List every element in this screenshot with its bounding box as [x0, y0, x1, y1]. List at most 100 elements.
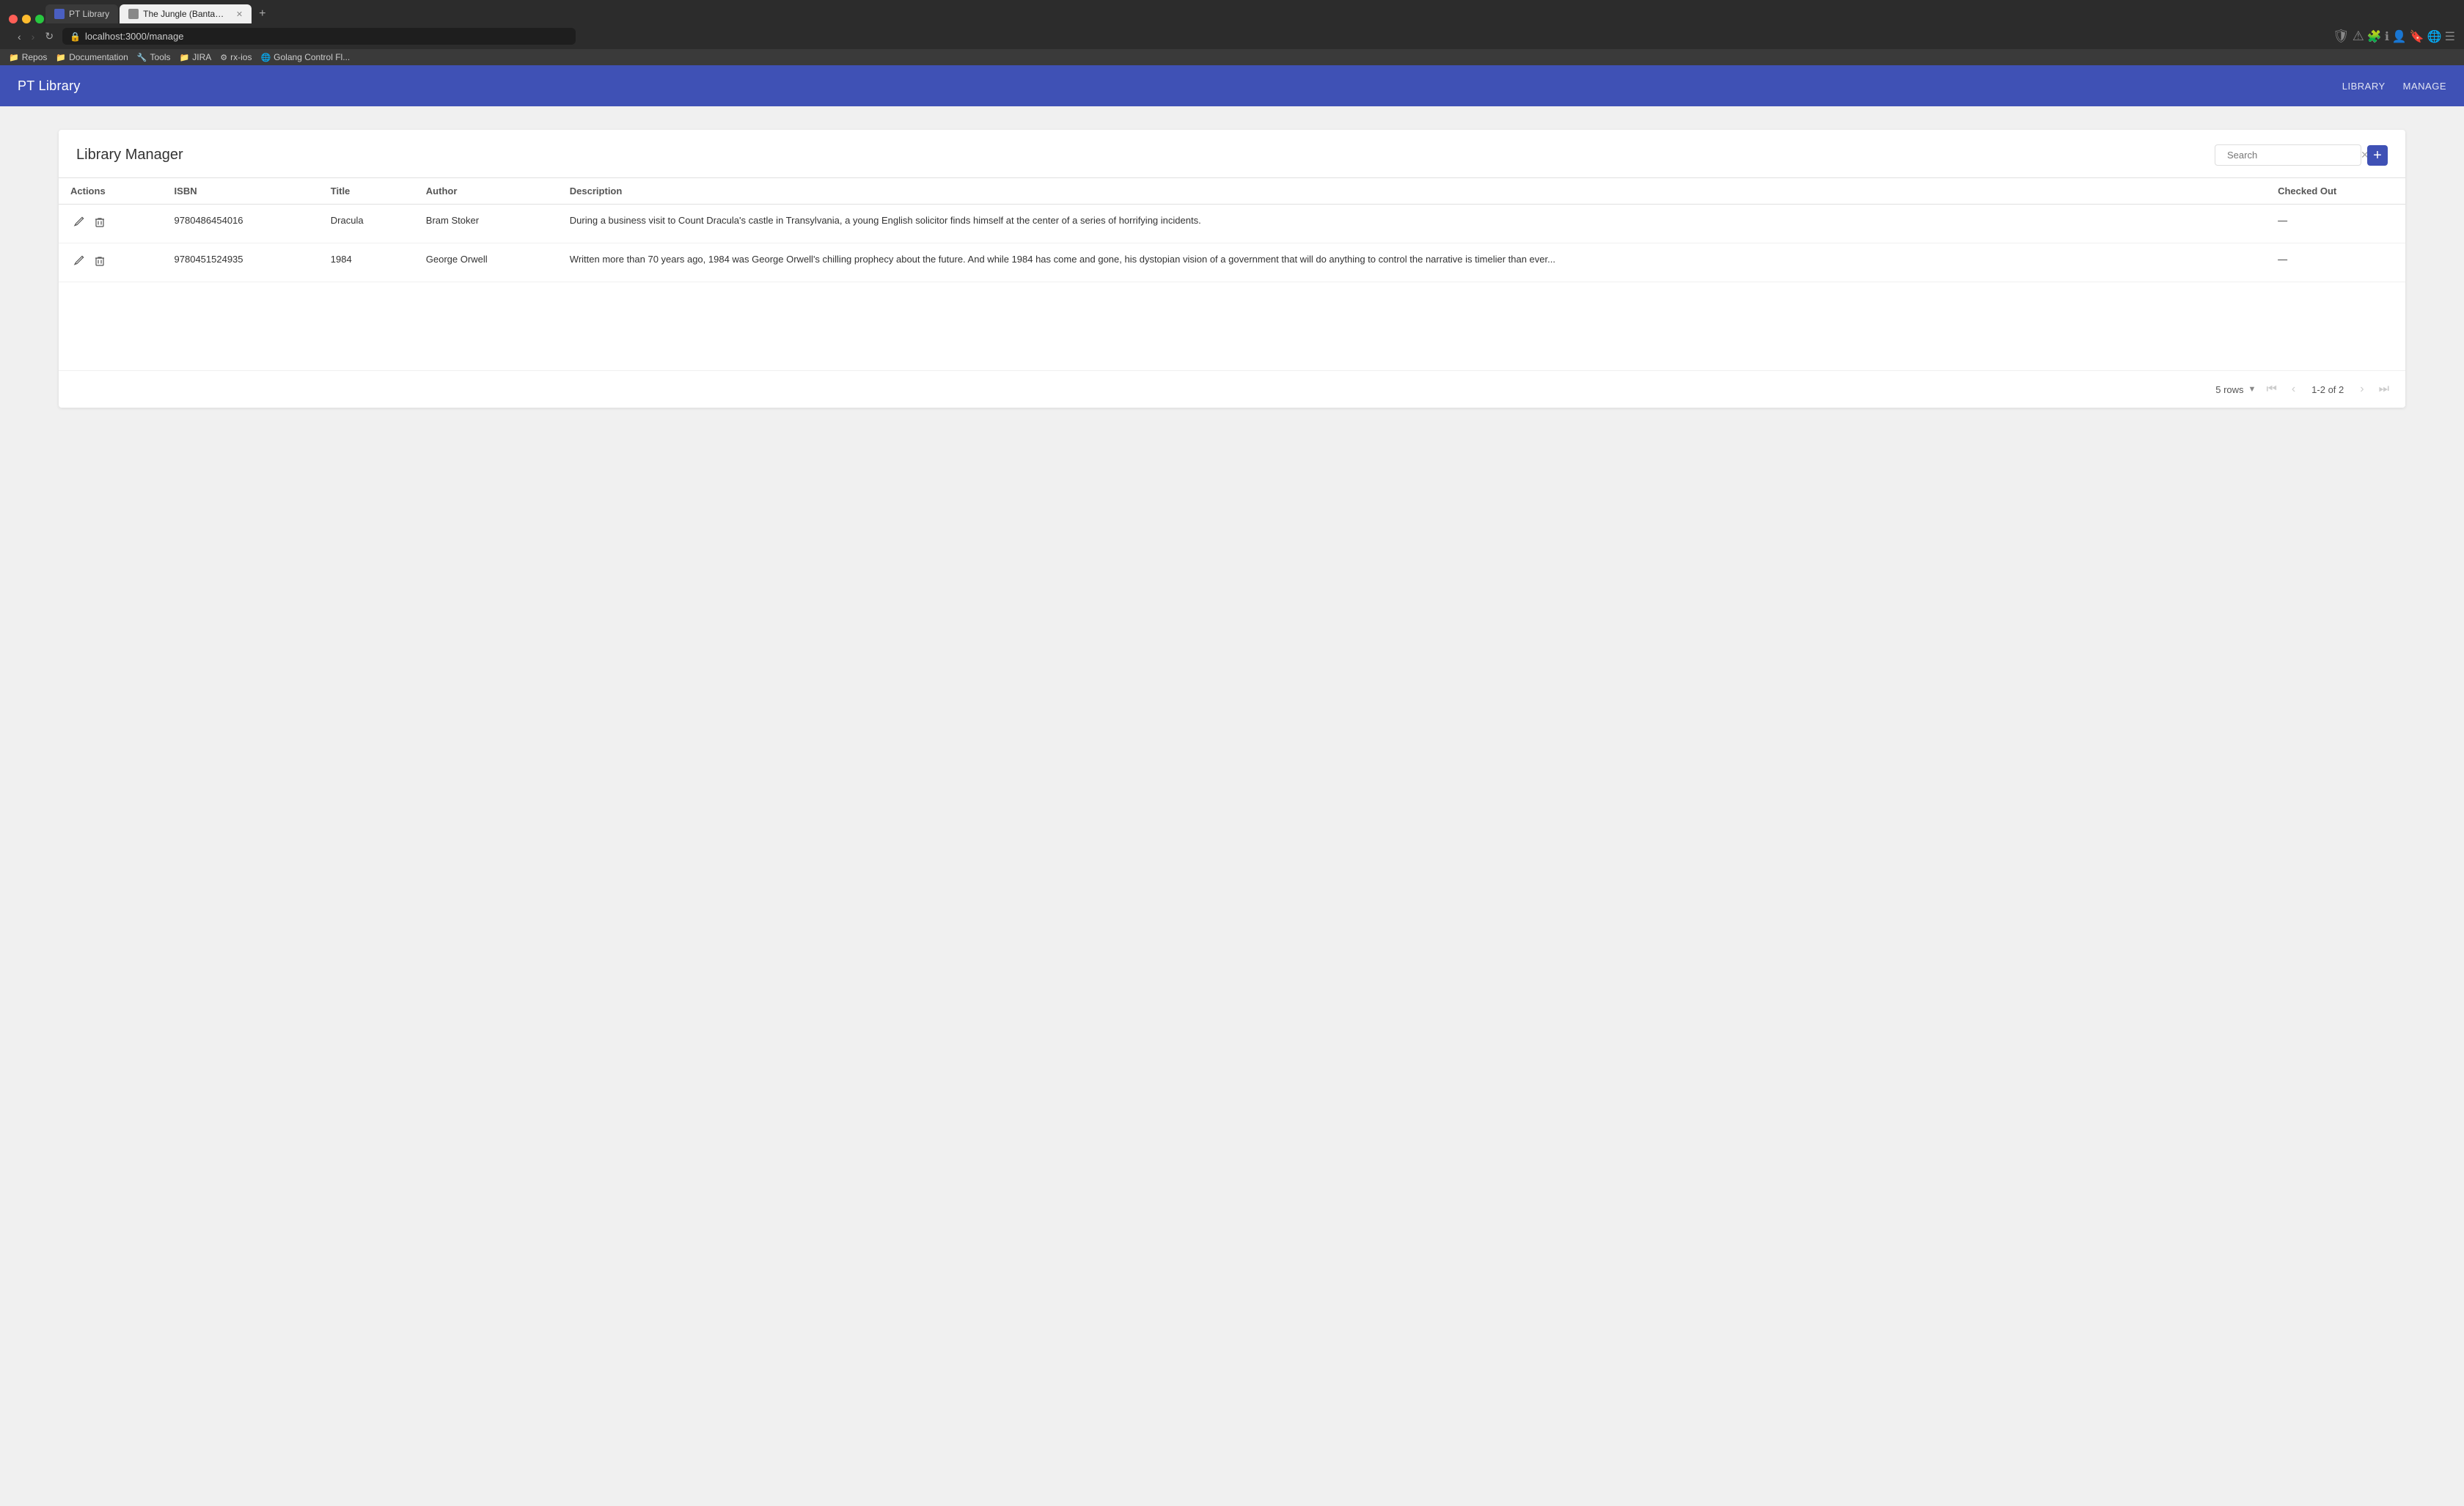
next-page-button[interactable]: ›	[2355, 380, 2368, 399]
close-traffic-light[interactable]	[9, 15, 18, 23]
app-brand: PT Library	[18, 78, 2342, 94]
bookmark-tools[interactable]: 🔧 Tools	[137, 52, 171, 62]
bookmark-label-rxios: rx-ios	[230, 52, 252, 62]
edit-button-row1[interactable]	[70, 215, 88, 232]
reload-button[interactable]: ↻	[42, 29, 56, 44]
table-header: Actions ISBN Title Author Description Ch…	[59, 178, 2405, 205]
browser-nav: ‹ › ↻	[15, 29, 56, 44]
browser-extensions: 🛡 ⚠ 🧩 ℹ 👤 🔖 🌐 ☰	[2333, 29, 2455, 44]
extension-icon-6[interactable]: 🔖	[2410, 29, 2424, 44]
table-row: 9780486454016 Dracula Bram Stoker During…	[59, 205, 2405, 243]
table-header-row: Actions ISBN Title Author Description Ch…	[59, 178, 2405, 205]
nav-link-manage[interactable]: MANAGE	[2403, 78, 2446, 95]
bookmark-jira[interactable]: 📁 JIRA	[180, 52, 212, 62]
tab-label-jungle: The Jungle (Bantam Classics): U...	[143, 9, 230, 19]
pagination-bar: 5 rows ▼ ⏮ ‹ 1-2 of 2 › ⏭	[59, 370, 2405, 408]
row-description-cell: Written more than 70 years ago, 1984 was…	[558, 243, 2266, 282]
extension-icon-1[interactable]: 🛡	[2333, 29, 2350, 44]
col-author: Author	[414, 178, 558, 205]
library-card: Library Manager ✕ +	[59, 130, 2405, 408]
first-page-button[interactable]: ⏮	[2262, 380, 2281, 399]
row-checked-out-cell: —	[2266, 205, 2405, 243]
traffic-lights	[9, 15, 44, 23]
folder-icon: 📁	[9, 53, 19, 62]
edit-button-row2[interactable]	[70, 254, 88, 271]
prev-page-button[interactable]: ‹	[2287, 380, 2300, 399]
folder-icon-docs: 📁	[56, 53, 66, 62]
page-info: 1-2 of 2	[2311, 384, 2344, 395]
row-isbn-cell: 9780486454016	[163, 205, 319, 243]
row-checked-out-cell: —	[2266, 243, 2405, 282]
search-area: ✕ +	[2215, 144, 2388, 166]
row-author-cell: George Orwell	[414, 243, 558, 282]
last-page-button[interactable]: ⏭	[2375, 380, 2394, 399]
bookmark-golang[interactable]: 🌐 Golang Control Fl...	[260, 52, 350, 62]
extension-icon-2[interactable]: ⚠	[2353, 29, 2364, 44]
github-icon: ⚙	[220, 53, 227, 62]
extension-icon-3[interactable]: 🧩	[2367, 29, 2382, 44]
col-description: Description	[558, 178, 2266, 205]
app-wrapper: PT Library LIBRARY MANAGE Library Manage…	[0, 65, 2464, 578]
delete-button-row2[interactable]	[91, 254, 109, 271]
books-table: Actions ISBN Title Author Description Ch…	[59, 177, 2405, 282]
nav-link-library[interactable]: LIBRARY	[2342, 78, 2386, 95]
wrench-icon: 🔧	[137, 53, 147, 62]
rows-per-page-selector[interactable]: 5 rows ▼	[2215, 384, 2256, 395]
col-isbn: ISBN	[163, 178, 319, 205]
bookmark-rx-ios[interactable]: ⚙ rx-ios	[220, 52, 252, 62]
folder-icon-jira: 📁	[180, 53, 190, 62]
forward-button[interactable]: ›	[29, 29, 38, 44]
bookmark-label-golang: Golang Control Fl...	[274, 52, 350, 62]
app-navbar-links: LIBRARY MANAGE	[2342, 78, 2446, 95]
row-description-cell: During a business visit to Count Dracula…	[558, 205, 2266, 243]
tab-favicon-jungle	[128, 9, 139, 19]
row-author-cell: Bram Stoker	[414, 205, 558, 243]
col-checked-out: Checked Out	[2266, 178, 2405, 205]
back-button[interactable]: ‹	[15, 29, 24, 44]
bookmark-documentation[interactable]: 📁 Documentation	[56, 52, 128, 62]
table-row: 9780451524935 1984 George Orwell Written…	[59, 243, 2405, 282]
bookmark-repos[interactable]: 📁 Repos	[9, 52, 47, 62]
tab-label-pt: PT Library	[69, 9, 109, 19]
browser-chrome: PT Library The Jungle (Bantam Classics):…	[0, 0, 2464, 65]
row-actions-cell	[59, 243, 163, 282]
row-isbn-cell: 9780451524935	[163, 243, 319, 282]
add-book-button[interactable]: +	[2367, 145, 2388, 166]
app-content: Library Manager ✕ +	[0, 106, 2464, 431]
row-title-cell: 1984	[319, 243, 414, 282]
browser-menu-button[interactable]: ☰	[2445, 29, 2455, 44]
add-icon: +	[2373, 148, 2382, 163]
search-input[interactable]	[2227, 150, 2356, 161]
extension-icon-5[interactable]: 👤	[2392, 29, 2407, 44]
trash-icon	[94, 255, 106, 267]
delete-button-row1[interactable]	[91, 215, 109, 232]
maximize-traffic-light[interactable]	[35, 15, 44, 23]
col-title: Title	[319, 178, 414, 205]
tab-close-icon[interactable]: ✕	[236, 10, 243, 19]
address-bar-row: ‹ › ↻ 🔒 localhost:3000/manage 🛡 ⚠ 🧩 ℹ 👤 …	[0, 23, 2464, 49]
bookmark-label-tools: Tools	[150, 52, 171, 62]
tab-pt-library[interactable]: PT Library	[45, 4, 118, 23]
app-navbar: PT Library LIBRARY MANAGE	[0, 65, 2464, 106]
address-bar[interactable]: 🔒 localhost:3000/manage	[62, 28, 576, 45]
url-display: localhost:3000/manage	[85, 31, 568, 42]
library-manager-title: Library Manager	[76, 147, 2215, 164]
edit-icon	[73, 255, 85, 267]
extension-icon-4[interactable]: ℹ	[2385, 29, 2389, 44]
library-manager-header: Library Manager ✕ +	[59, 130, 2405, 177]
bookmark-label-docs: Documentation	[69, 52, 128, 62]
minimize-traffic-light[interactable]	[22, 15, 31, 23]
tab-favicon-pt	[54, 9, 65, 19]
tab-jungle[interactable]: The Jungle (Bantam Classics): U... ✕	[120, 4, 252, 23]
new-tab-button[interactable]: +	[253, 4, 271, 23]
chevron-down-icon: ▼	[2248, 385, 2256, 394]
bookmark-label-jira: JIRA	[192, 52, 211, 62]
trash-icon	[94, 216, 106, 228]
row-title-cell: Dracula	[319, 205, 414, 243]
extension-icon-7[interactable]: 🌐	[2427, 29, 2442, 44]
tabs-bar: PT Library The Jungle (Bantam Classics):…	[0, 0, 2464, 23]
rows-per-page-label: 5 rows	[2215, 384, 2243, 395]
search-box[interactable]: ✕	[2215, 144, 2361, 166]
globe-icon: 🌐	[260, 53, 271, 62]
table-body: 9780486454016 Dracula Bram Stoker During…	[59, 205, 2405, 282]
